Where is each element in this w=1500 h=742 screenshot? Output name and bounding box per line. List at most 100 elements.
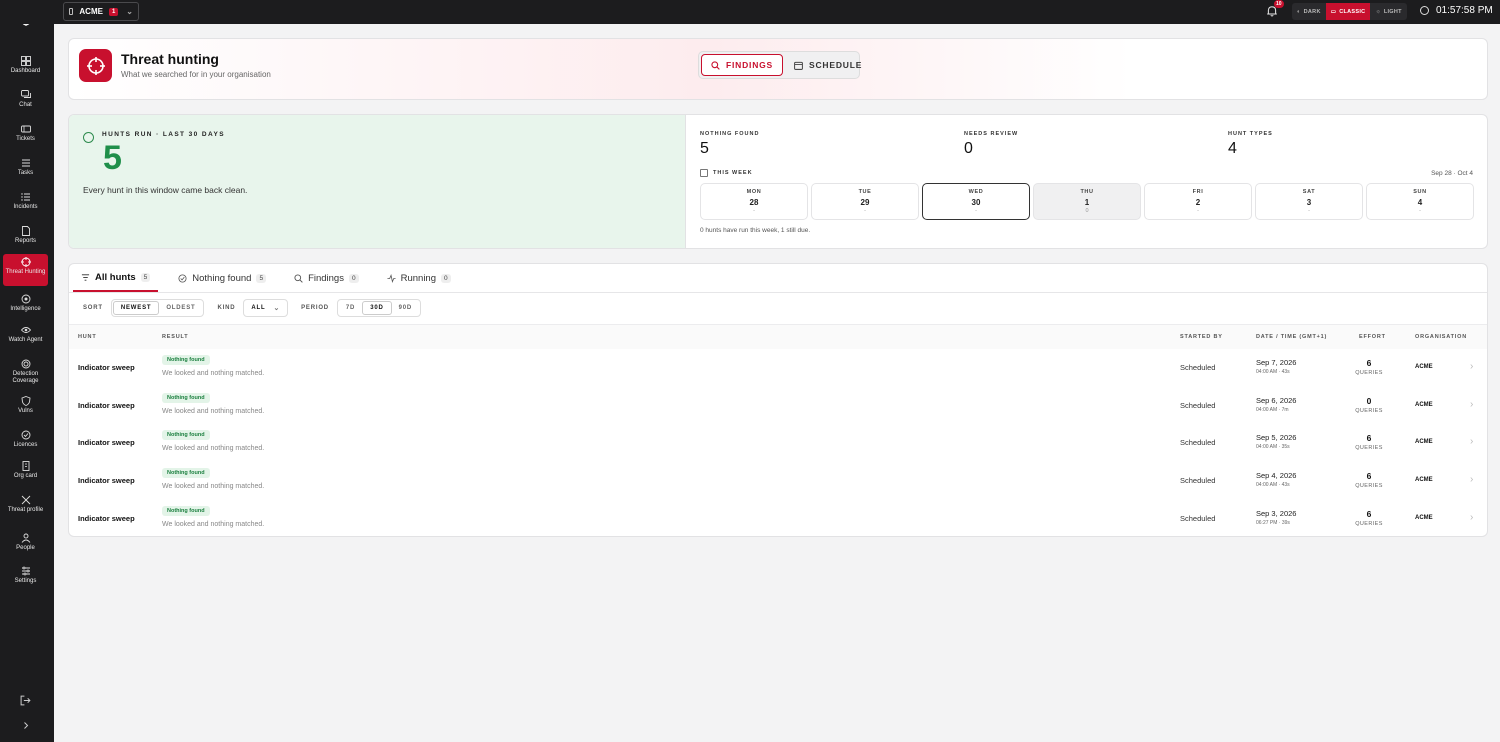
sidebar-item-label: Vulns <box>18 408 33 414</box>
shield-icon <box>21 396 30 406</box>
clock: 01:57:58 PM <box>1420 5 1493 16</box>
day-cell-sat[interactable]: SAT 3- <box>1255 183 1363 220</box>
sidebar-item-licences[interactable]: Licences <box>3 430 48 449</box>
day-cell-tue[interactable]: TUE 29- <box>811 183 919 220</box>
sidebar-item-watch-agent[interactable]: Watch Agent <box>3 325 48 344</box>
sidebar-item-org-card[interactable]: Org card <box>3 461 48 480</box>
building-icon <box>69 8 74 15</box>
table-row[interactable]: Indicator sweep Nothing found We looked … <box>69 349 1487 386</box>
tab-nothing-found[interactable]: Nothing found 5 <box>170 264 274 292</box>
result-description: We looked and nothing matched. <box>162 483 265 490</box>
org-selector[interactable]: ACME 1 ⌄ <box>63 2 139 21</box>
tab-findings[interactable]: FINDINGS <box>701 54 784 76</box>
stat-value: 5 <box>700 140 709 157</box>
hunts-run-value: 5 <box>103 139 122 177</box>
period-7d-option[interactable]: 7D <box>339 301 362 315</box>
result-description: We looked and nothing matched. <box>162 445 265 452</box>
started-by: Scheduled <box>1180 476 1216 485</box>
sidebar-item-label: Licences <box>13 442 38 448</box>
tab-count: 5 <box>140 272 151 282</box>
sidebar-item-people[interactable]: People <box>3 533 48 552</box>
stat-needs-review: NEEDS REVIEW 0 <box>964 131 1018 158</box>
sidebar-item-reports[interactable]: Reports <box>3 226 48 245</box>
day-cell-mon[interactable]: MON 28- <box>700 183 808 220</box>
search-icon <box>711 60 720 70</box>
sort-oldest-option[interactable]: OLDEST <box>159 301 202 315</box>
hunt-name: Indicator sweep <box>78 401 135 410</box>
hunt-name: Indicator sweep <box>78 514 135 523</box>
result-badge: Nothing found <box>162 468 210 478</box>
logout-icon[interactable] <box>20 695 31 706</box>
expand-sidebar-icon[interactable] <box>22 721 30 730</box>
effort-value: 6 <box>1366 433 1372 443</box>
tab-schedule[interactable]: SCHEDULE <box>785 54 871 76</box>
sidebar-item-label: Threat profile <box>7 507 44 513</box>
sort-newest-option[interactable]: NEWEST <box>112 301 160 315</box>
effort-value: 6 <box>1366 509 1372 519</box>
sidebar-item-label: Dashboard <box>10 68 41 74</box>
tasks-icon <box>21 159 30 167</box>
stat-hunt-types: HUNT TYPES 4 <box>1228 131 1273 158</box>
stat-label: NEEDS REVIEW <box>964 131 1019 137</box>
tab-findings-list[interactable]: Findings 0 <box>286 264 367 292</box>
hunt-name: Indicator sweep <box>78 476 135 485</box>
column-header-effort: EFFORT <box>1359 334 1386 340</box>
sidebar-item-threat-profile[interactable]: Threat profile <box>3 495 48 514</box>
period-toggle: 7D 30D 90D <box>336 299 422 317</box>
tab-count: 0 <box>348 273 359 283</box>
table-row[interactable]: Indicator sweep Nothing found We looked … <box>69 387 1487 424</box>
ticket-icon <box>20 125 31 133</box>
sidebar-item-intelligence[interactable]: Intelligence <box>3 294 48 313</box>
sidebar-item-detection-coverage[interactable]: Detection Coverage <box>3 359 48 385</box>
moon-icon: ◐ <box>1297 8 1301 15</box>
notification-badge: 10 <box>1274 0 1284 8</box>
threat-hunting-badge <box>79 49 112 82</box>
sidebar-item-incidents[interactable]: Incidents <box>3 192 48 211</box>
sidebar-item-label: Incidents <box>13 204 38 210</box>
sort-label: SORT <box>83 305 103 311</box>
table-row[interactable]: Indicator sweep Nothing found We looked … <box>69 424 1487 461</box>
day-cell-sun[interactable]: SUN 4- <box>1366 183 1474 220</box>
profile-icon <box>21 495 30 505</box>
period-90d-option[interactable]: 90D <box>392 301 419 315</box>
page-title: Threat hunting <box>121 51 219 67</box>
sun-icon: ☼ <box>1375 8 1381 15</box>
theme-light-button[interactable]: ☼ LIGHT <box>1370 3 1406 20</box>
building-icon <box>22 461 29 471</box>
run-time: 04:00 AM · 43s <box>1256 482 1290 488</box>
period-30d-option[interactable]: 30D <box>362 301 392 315</box>
theme-dark-button[interactable]: ◐ DARK <box>1292 3 1326 20</box>
sidebar-item-threat-hunting[interactable]: Threat Hunting <box>3 254 48 286</box>
run-date: Sep 5, 2026 <box>1256 433 1297 442</box>
result-badge: Nothing found <box>162 393 210 403</box>
theme-classic-button[interactable]: ▭ CLASSIC <box>1325 3 1371 20</box>
stat-value: 0 <box>964 140 973 157</box>
tab-running[interactable]: Running 0 <box>379 264 459 292</box>
list-filter-icon <box>81 273 90 281</box>
table-row[interactable]: Indicator sweep Nothing found We looked … <box>69 462 1487 499</box>
sidebar-item-settings[interactable]: Settings <box>3 566 48 585</box>
result-description: We looked and nothing matched. <box>162 521 265 528</box>
day-cell-wed[interactable]: WED 30- <box>922 183 1030 220</box>
run-time: 06:27 PM · 39s <box>1256 520 1290 526</box>
started-by: Scheduled <box>1180 514 1216 523</box>
day-cell-fri[interactable]: FRI 2- <box>1144 183 1252 220</box>
sidebar-item-vulns[interactable]: Vulns <box>3 396 48 415</box>
result-description: We looked and nothing matched. <box>162 408 265 415</box>
theme-switcher: ◐ DARK ▭ CLASSIC ☼ LIGHT <box>1292 3 1407 20</box>
calendar-icon <box>794 61 803 70</box>
table-row[interactable]: Indicator sweep Nothing found We looked … <box>69 500 1487 537</box>
sidebar-item-dashboard[interactable]: Dashboard <box>3 56 48 75</box>
intelligence-icon <box>21 294 30 304</box>
org-name: ACME <box>79 7 103 16</box>
day-cell-thu[interactable]: THU 1 0 <box>1033 183 1141 220</box>
kind-select[interactable]: ALL ⌄ <box>243 299 289 317</box>
tab-all-hunts[interactable]: All hunts 5 <box>73 264 159 292</box>
result-badge: Nothing found <box>162 430 210 440</box>
effort-unit: QUERIES <box>1355 408 1383 414</box>
column-header-hunt: HUNT <box>78 334 97 340</box>
result-description: We looked and nothing matched. <box>162 370 265 377</box>
sidebar-item-tickets[interactable]: Tickets <box>3 124 48 143</box>
sidebar-item-tasks[interactable]: Tasks <box>3 158 48 177</box>
sidebar-item-chat[interactable]: Chat <box>3 90 48 109</box>
